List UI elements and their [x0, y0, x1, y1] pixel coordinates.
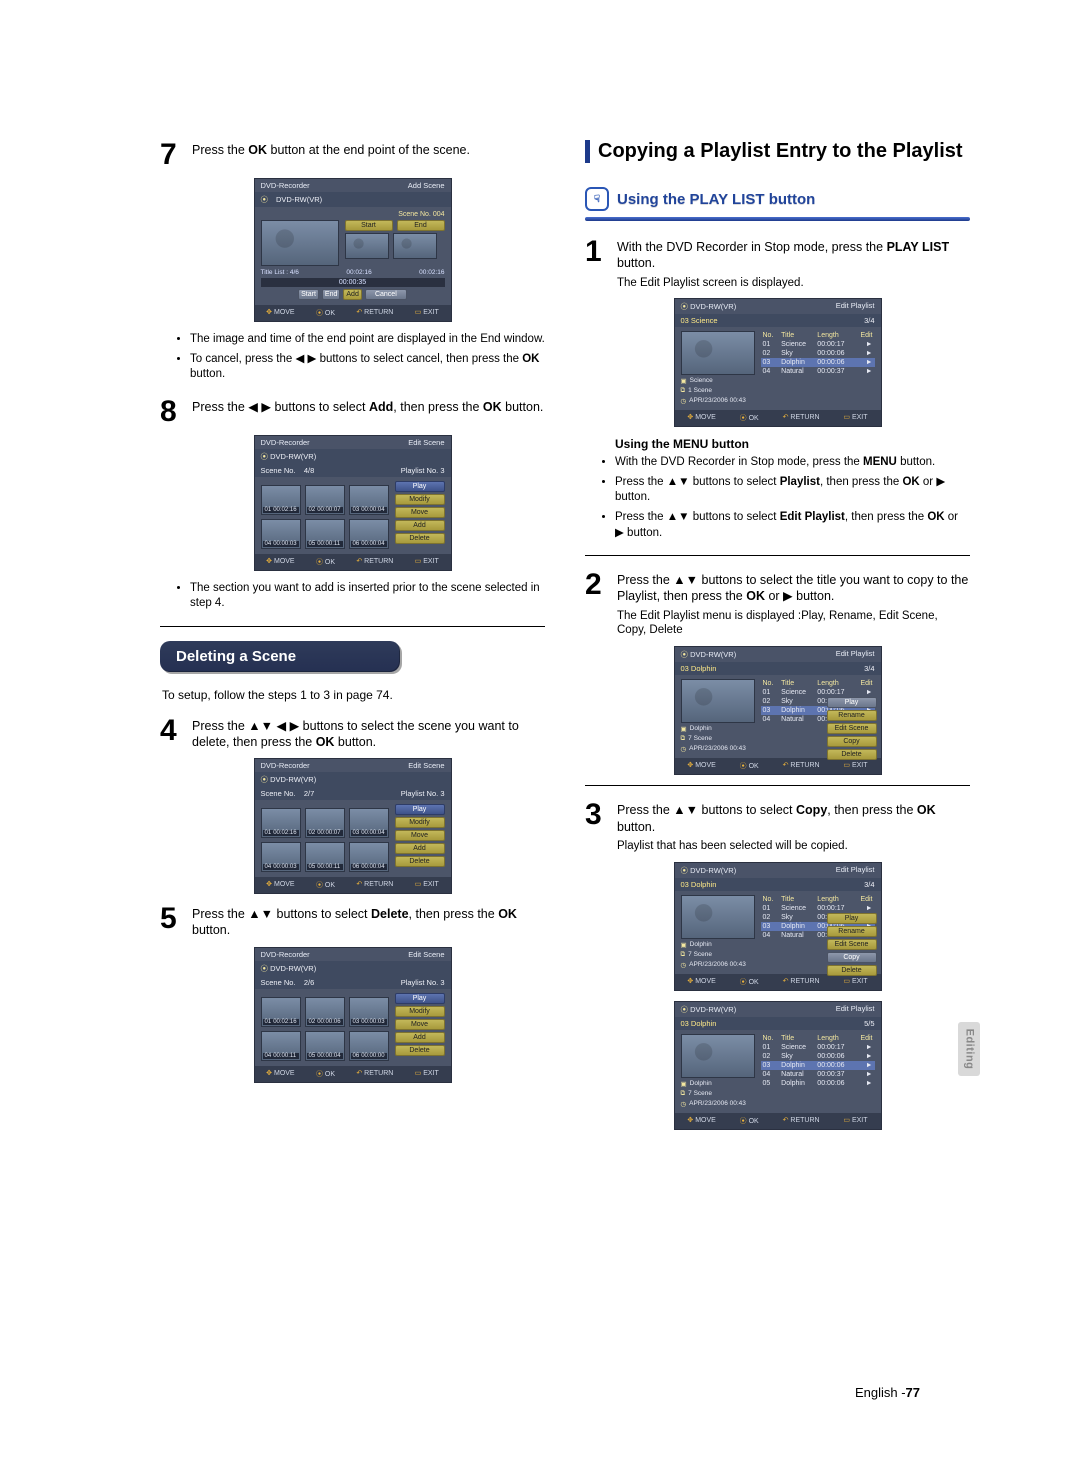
- hand-icon: ☟: [585, 187, 609, 211]
- page-footer: English -77: [855, 1385, 920, 1400]
- subheading-playlist-button: ☟ Using the PLAY LIST button: [585, 187, 970, 211]
- divider: [585, 555, 970, 556]
- step-number: 7: [160, 140, 186, 170]
- scene-thumb: 0600:00:04: [349, 842, 389, 872]
- osd-edit-scene-c: DVD-RecorderEdit Scene ⦿ DVD-RW(VR) Scen…: [254, 947, 452, 1083]
- osd-edit-scene-b: DVD-RecorderEdit Scene ⦿ DVD-RW(VR) Scen…: [254, 758, 452, 894]
- scene-thumb: 0500:00:11: [305, 842, 345, 872]
- osd-edit-playlist-1: ⦿ DVD-RW(VR)Edit Playlist03 Science3/4▣S…: [674, 298, 882, 427]
- side-tab-label: Editing: [963, 1029, 975, 1070]
- heading-bar-icon: [585, 140, 590, 163]
- step-8: 8 Press the ◀ ▶ buttons to select Add, t…: [160, 397, 545, 427]
- scene-thumb: 0200:00:07: [305, 485, 345, 515]
- scene-thumb: 0300:00:04: [349, 485, 389, 515]
- osd-edit-scene-a: DVD-RecorderEdit Scene ⦿ DVD-RW(VR) Scen…: [254, 435, 452, 571]
- left-column: 7 Press the OK button at the end point o…: [160, 140, 545, 1140]
- scene-thumb: 0400:00:11: [261, 1031, 301, 1061]
- scene-thumb: 0300:00:04: [349, 808, 389, 838]
- divider: [585, 785, 970, 786]
- step-4: 4 Press the ▲▼ ◀ ▶ buttons to select the…: [160, 716, 545, 751]
- step-3: 3 Press the ▲▼ buttons to select Copy, t…: [585, 800, 970, 853]
- menu-subhead: Using the MENU button With the DVD Recor…: [585, 437, 970, 541]
- scene-thumb: 0300:00:03: [349, 997, 389, 1027]
- step-2: 2 Press the ▲▼ buttons to select the tit…: [585, 570, 970, 638]
- scene-thumb: 0200:00:07: [305, 808, 345, 838]
- scene-thumb: 0600:00:04: [349, 519, 389, 549]
- heading-copy-playlist: Copying a Playlist Entry to the Playlist: [585, 140, 970, 163]
- osd-edit-playlist-4: ⦿ DVD-RW(VR)Edit Playlist03 Dolphin5/5▣D…: [674, 1001, 882, 1130]
- step-5: 5 Press the ▲▼ buttons to select Delete,…: [160, 904, 545, 939]
- scene-thumb: 0100:02:16: [261, 997, 301, 1027]
- scene-thumb: 0200:00:06: [305, 997, 345, 1027]
- scene-thumb: 0500:00:04: [305, 1031, 345, 1061]
- scene-thumb: 0400:00:03: [261, 842, 301, 872]
- osd-footer: ✥ MOVE ⦿ OK ↶ RETURN ▭ EXIT: [255, 305, 451, 321]
- osd-edit-playlist-3: ⦿ DVD-RW(VR)Edit Playlist03 Dolphin3/4▣D…: [674, 862, 882, 991]
- delete-intro: To setup, follow the steps 1 to 3 in pag…: [162, 688, 545, 702]
- step-text: Press the OK button at the end point of …: [192, 140, 470, 158]
- scene-thumb: 0500:00:11: [305, 519, 345, 549]
- step8-notes: The section you want to add is inserted …: [190, 581, 545, 612]
- step-1: 1 With the DVD Recorder in Stop mode, pr…: [585, 237, 970, 290]
- scene-thumb: 0100:02:16: [261, 485, 301, 515]
- subheading-rule: [585, 217, 970, 221]
- scene-thumb: 0400:00:03: [261, 519, 301, 549]
- osd-add-scene: DVD-RecorderAdd Scene ⦿DVD-RW(VR) Scene …: [254, 178, 452, 322]
- manual-page: Editing 7 Press the OK button at the end…: [0, 0, 1080, 1470]
- scene-thumb: 0600:00:00: [349, 1031, 389, 1061]
- step-7: 7 Press the OK button at the end point o…: [160, 140, 545, 170]
- osd-edit-playlist-2: ⦿ DVD-RW(VR)Edit Playlist03 Dolphin3/4▣D…: [674, 646, 882, 775]
- section-deleting-scene: Deleting a Scene: [160, 641, 400, 672]
- step7-notes: The image and time of the end point are …: [190, 332, 545, 383]
- divider: [160, 626, 545, 627]
- right-column: Copying a Playlist Entry to the Playlist…: [585, 140, 970, 1140]
- preview-thumb: [261, 220, 339, 266]
- scene-thumb: 0100:02:16: [261, 808, 301, 838]
- side-tab-editing: Editing: [958, 1022, 980, 1076]
